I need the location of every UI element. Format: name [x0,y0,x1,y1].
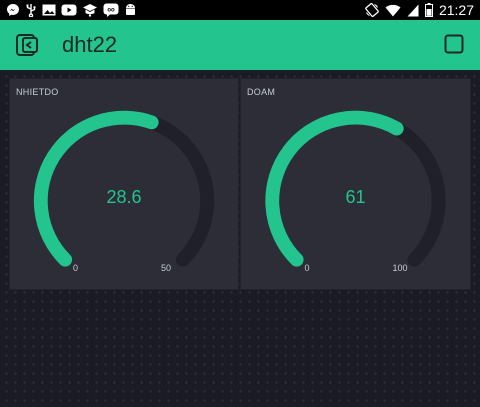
wifi-icon [385,4,401,16]
gauge-min-label: 0 [304,263,310,273]
app-header: dht22 [0,20,480,70]
project-title: dht22 [62,32,118,57]
status-clock: 21:27 [438,2,474,18]
status-system: 21:27 [365,2,474,18]
screen-rotation-icon [365,3,379,17]
android-icon [126,4,135,15]
svg-text:oo: oo [107,8,115,14]
graduation-cap-icon [83,4,97,17]
gauge-max-label: 100 [392,263,408,273]
gauge-widget-doam[interactable]: DOAM 61 0 100 [240,78,471,290]
image-icon [42,4,56,16]
youtube-icon [61,4,77,16]
messenger-icon [7,4,19,16]
gauge-value: 28.6 [106,187,142,207]
chat-bubble-icon: oo [103,3,119,17]
battery-icon [424,3,433,17]
gauge-widget-nhietdo[interactable]: NHIETDO 28.6 0 50 [9,78,239,290]
gauge-dial [265,110,446,267]
status-bar: oo 21:27 [0,0,480,20]
signal-icon [407,4,419,16]
gauge-min-label: 0 [73,263,79,273]
play-square-icon[interactable] [444,34,464,54]
gauge-dial [33,110,215,267]
device-back-icon[interactable] [14,32,40,58]
status-notifications: oo [6,2,137,18]
usb-icon [26,4,36,17]
gauge-max-label: 50 [161,263,172,273]
gauge-value: 61 [345,187,366,207]
